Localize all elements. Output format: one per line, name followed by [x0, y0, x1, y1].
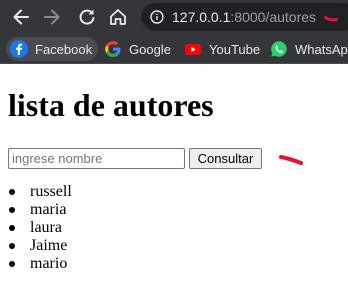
youtube-icon: [184, 40, 202, 58]
bookmark-label: WhatsApp: [295, 41, 348, 57]
facebook-icon: [10, 40, 28, 58]
url-path: :8000/autores: [230, 9, 317, 25]
bookmark-facebook[interactable]: Facebook: [6, 37, 99, 61]
bullet-icon: [9, 225, 15, 231]
bookmark-youtube[interactable]: YouTube: [180, 37, 266, 61]
red-annotation-mark: [324, 16, 338, 22]
arrow-right-icon: [44, 9, 60, 25]
back-button[interactable]: [9, 5, 33, 29]
url-host: 127.0.0.1: [172, 9, 231, 25]
page-title: lista de autores: [8, 87, 214, 123]
author-name: mario: [30, 255, 68, 272]
author-name: maria: [30, 201, 67, 218]
bullet-icon: [9, 243, 15, 249]
bookmark-label: Google: [129, 41, 171, 57]
bookmarks-bar: Facebook Google YouTube WhatsAp: [0, 34, 348, 64]
list-item: russell: [8, 183, 208, 201]
bullet-icon: [9, 189, 15, 195]
list-item: laura: [8, 219, 208, 237]
reload-button[interactable]: [75, 5, 99, 29]
arrow-left-icon: [13, 9, 29, 25]
bullet-icon: [9, 261, 15, 267]
page-content: lista de autores Consultar russell maria…: [0, 65, 348, 293]
search-input[interactable]: [8, 148, 185, 169]
forward-button[interactable]: [40, 5, 64, 29]
list-item: maria: [8, 201, 208, 219]
author-name: laura: [30, 219, 62, 236]
author-list: russell maria laura Jaime mario: [8, 183, 208, 273]
home-button[interactable]: [106, 5, 130, 29]
url-text[interactable]: 127.0.0.1:8000/autores: [172, 9, 316, 25]
bookmark-whatsapp[interactable]: WhatsApp: [266, 37, 348, 61]
red-annotation-mark: [279, 155, 303, 165]
bullet-icon: [9, 207, 15, 213]
whatsapp-icon: [270, 40, 288, 58]
address-bar[interactable]: 127.0.0.1:8000/autores: [141, 3, 348, 31]
bookmark-label: Facebook: [35, 41, 93, 57]
home-icon: [110, 9, 126, 25]
list-item: Jaime: [8, 237, 208, 255]
list-item: mario: [8, 255, 208, 273]
info-icon[interactable]: [150, 10, 164, 24]
consultar-button[interactable]: Consultar: [189, 148, 262, 169]
google-icon: [104, 40, 122, 58]
bookmark-google[interactable]: Google: [100, 37, 177, 61]
bookmark-label: YouTube: [209, 41, 261, 57]
author-name: Jaime: [30, 237, 68, 254]
author-name: russell: [30, 183, 72, 200]
browser-toolbar: 127.0.0.1:8000/autores: [0, 0, 348, 34]
reload-icon: [79, 9, 95, 25]
